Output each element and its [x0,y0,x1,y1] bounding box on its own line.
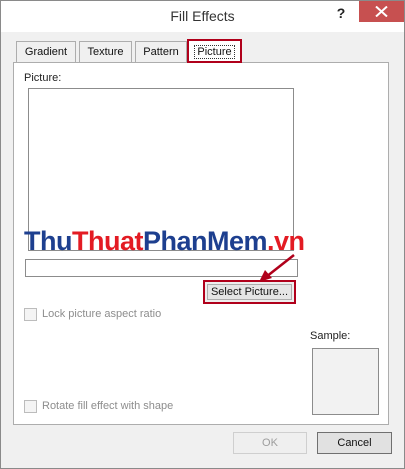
fill-effects-dialog: Fill Effects ? Gradient Texture Pattern … [0,0,405,469]
help-button[interactable]: ? [331,3,351,23]
watermark-part1: Thu [24,226,72,256]
watermark-part3: PhanMem [142,226,268,256]
close-icon [375,6,388,17]
lock-aspect-row: Lock picture aspect ratio [24,308,224,322]
tab-picture-label: Picture [194,45,235,59]
annotation-arrow-icon [259,254,295,282]
cancel-button[interactable]: Cancel [317,432,392,454]
select-picture-button-label: Select Picture... [210,286,289,298]
lock-aspect-label: Lock picture aspect ratio [42,308,162,320]
ok-button[interactable]: OK [233,432,307,454]
watermark-part2: Thuat [71,226,144,256]
rotate-fill-checkbox[interactable] [24,400,37,413]
watermark-part4: .vn [267,226,305,256]
lock-aspect-checkbox[interactable] [24,308,37,321]
rotate-fill-row: Rotate fill effect with shape [24,400,244,414]
sample-label: Sample: [310,330,351,342]
tab-pattern[interactable]: Pattern [135,41,187,62]
sample-preview [312,348,379,415]
picture-label: Picture: [24,72,62,84]
tab-texture[interactable]: Texture [79,41,132,62]
title-bar: Fill Effects ? [1,1,404,32]
select-picture-button[interactable]: Select Picture... [203,280,296,304]
rotate-fill-label: Rotate fill effect with shape [42,400,174,412]
close-button[interactable] [359,1,404,22]
tab-gradient[interactable]: Gradient [16,41,76,62]
tab-picture[interactable]: Picture [187,39,242,63]
